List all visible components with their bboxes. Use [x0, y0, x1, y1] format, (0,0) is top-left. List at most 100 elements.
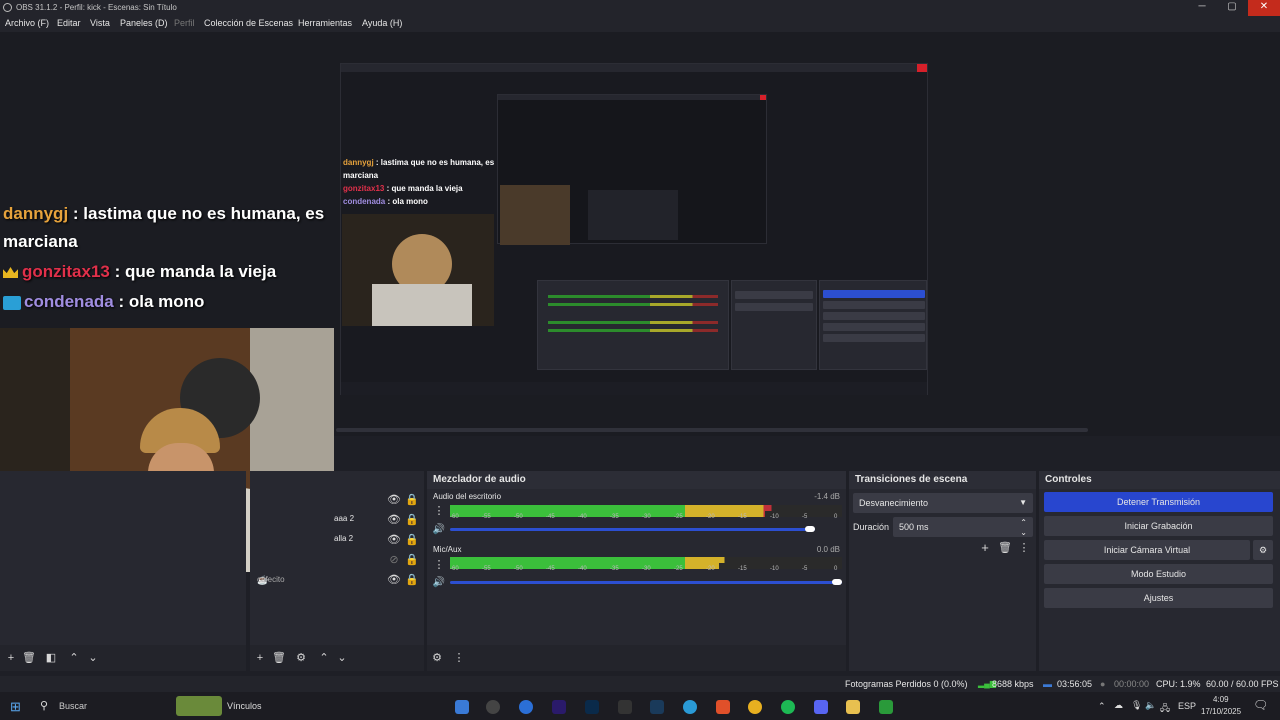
- studio-mode-button[interactable]: Modo Estudio: [1044, 564, 1273, 584]
- trash-icon[interactable]: 🗑: [272, 651, 286, 665]
- filter-icon[interactable]: ◧: [44, 651, 58, 665]
- menu-herramientas[interactable]: Herramientas: [298, 18, 352, 28]
- windows-start-icon[interactable]: ⊞: [10, 699, 21, 715]
- eye-icon[interactable]: 👁: [387, 513, 401, 527]
- menu-archivo[interactable]: Archivo (F): [5, 18, 49, 28]
- scale-tick: -30: [642, 566, 651, 572]
- app-icon[interactable]: [519, 700, 533, 714]
- minimize-button[interactable]: ─: [1187, 0, 1217, 16]
- nested-chat-user: condenada: [343, 197, 386, 206]
- source-label[interactable]: alla 2: [334, 534, 353, 543]
- eye-icon[interactable]: 👁: [387, 533, 401, 547]
- edge-icon[interactable]: [683, 700, 697, 714]
- add-icon[interactable]: +: [253, 651, 267, 665]
- mic-icon[interactable]: 🎙: [1131, 700, 1142, 711]
- chevron-up-icon[interactable]: ⌃: [1098, 701, 1106, 712]
- nested-btn: [823, 323, 925, 331]
- scale-tick: -40: [578, 514, 587, 520]
- volume-icon[interactable]: 🔊: [432, 576, 446, 590]
- taskbar-date[interactable]: 17/10/2025: [1201, 707, 1241, 716]
- nested-combo: [735, 303, 813, 311]
- scale-tick: -15: [738, 566, 747, 572]
- source-label[interactable]: aaa 2: [334, 514, 354, 523]
- source-label[interactable]: cafecito: [257, 575, 285, 584]
- discord-icon[interactable]: [814, 700, 828, 714]
- scale-tick: -50: [514, 514, 523, 520]
- duration-input[interactable]: 500 ms ⌃ ⌄: [893, 517, 1033, 537]
- lock-icon[interactable]: 🔒: [405, 553, 419, 567]
- lock-icon[interactable]: 🔒: [405, 513, 419, 527]
- taskbar-lang[interactable]: ESP: [1178, 701, 1196, 711]
- move-up-icon[interactable]: ⌃: [67, 651, 81, 665]
- menu-vista[interactable]: Vista: [90, 18, 110, 28]
- preview-scrollbar[interactable]: [336, 428, 1088, 432]
- settings-button[interactable]: Ajustes: [1044, 588, 1273, 608]
- add-icon[interactable]: +: [978, 541, 992, 555]
- nested-menu: [341, 72, 927, 80]
- volume-slider-knob[interactable]: [832, 579, 842, 585]
- spin-down-icon[interactable]: ⌄: [1020, 523, 1027, 543]
- menu-editar[interactable]: Editar: [57, 18, 81, 28]
- xbox-icon[interactable]: [879, 700, 893, 714]
- network-icon[interactable]: 🖧: [1160, 701, 1170, 717]
- virtual-camera-settings-button[interactable]: ⚙: [1253, 540, 1273, 560]
- menu-coleccion[interactable]: Colección de Escenas: [204, 18, 293, 28]
- more-vert-icon[interactable]: ⋮: [1017, 541, 1031, 555]
- gear-icon[interactable]: ⚙: [294, 651, 308, 665]
- premiere-icon[interactable]: [552, 700, 566, 714]
- chrome-icon[interactable]: [748, 700, 762, 714]
- move-down-icon[interactable]: ⌄: [86, 651, 100, 665]
- nested-meter: [548, 321, 718, 324]
- menu-perfil[interactable]: Perfil: [174, 18, 195, 28]
- epic-games-icon[interactable]: [618, 700, 632, 714]
- taskbar-time[interactable]: 4:09: [1213, 695, 1229, 704]
- speaker-icon[interactable]: 🔈: [1145, 700, 1156, 711]
- add-icon[interactable]: +: [4, 651, 18, 665]
- start-recording-button[interactable]: Iniciar Grabación: [1044, 516, 1273, 536]
- channel-name: Audio del escritorio: [433, 492, 502, 501]
- tray-icon[interactable]: ☁: [1114, 700, 1123, 711]
- photoshop-icon[interactable]: [585, 700, 599, 714]
- start-virtual-camera-button[interactable]: Iniciar Cámara Virtual: [1044, 540, 1250, 560]
- close-button[interactable]: ✕: [1248, 0, 1280, 16]
- volume-slider-knob[interactable]: [804, 526, 815, 532]
- move-down-icon[interactable]: ⌄: [335, 651, 349, 665]
- steam-icon[interactable]: [650, 700, 664, 714]
- more-vert-icon[interactable]: ⋮: [452, 651, 466, 665]
- transition-select[interactable]: Desvanecimiento ▼: [853, 493, 1033, 513]
- more-vert-icon[interactable]: ⋮: [432, 558, 446, 572]
- taskbar-widget-label[interactable]: Vínculos: [227, 701, 262, 711]
- stop-stream-button[interactable]: Detener Transmisión: [1044, 492, 1273, 512]
- lock-icon[interactable]: 🔒: [405, 533, 419, 547]
- notification-icon[interactable]: 🗨: [1253, 698, 1268, 712]
- obs-app-icon[interactable]: [486, 700, 500, 714]
- widget-icon[interactable]: [176, 696, 222, 716]
- channel-db: -1.4 dB: [814, 492, 840, 501]
- search-icon[interactable]: ⚲: [40, 699, 48, 712]
- trash-icon[interactable]: 🗑: [998, 541, 1012, 555]
- spotify-icon[interactable]: [781, 700, 795, 714]
- scenes-panel: + 🗑 ◧ ⌃ ⌄: [0, 471, 246, 671]
- more-vert-icon[interactable]: ⋮: [432, 504, 446, 518]
- volume-slider[interactable]: [450, 581, 842, 584]
- volume-slider[interactable]: [450, 528, 815, 531]
- explorer-icon[interactable]: [846, 700, 860, 714]
- brave-icon[interactable]: [716, 700, 730, 714]
- menu-ayuda[interactable]: Ayuda (H): [362, 18, 402, 28]
- eye-icon[interactable]: 👁: [387, 493, 401, 507]
- app-icon[interactable]: [455, 700, 469, 714]
- menu-paneles[interactable]: Paneles (D): [120, 18, 168, 28]
- eye-icon[interactable]: 👁: [387, 573, 401, 587]
- move-up-icon[interactable]: ⌃: [317, 651, 331, 665]
- controls-panel: Controles Detener Transmisión Iniciar Gr…: [1039, 471, 1280, 671]
- trash-icon[interactable]: 🗑: [22, 651, 36, 665]
- lock-icon[interactable]: 🔒: [405, 493, 419, 507]
- advanced-audio-icon[interactable]: ⚙: [430, 651, 444, 665]
- menu-bar: Archivo (F) Editar Vista Paneles (D) Per…: [0, 16, 1280, 32]
- volume-icon[interactable]: 🔊: [432, 523, 446, 537]
- taskbar-search[interactable]: Buscar: [59, 701, 87, 711]
- eye-hidden-icon[interactable]: ⊘: [387, 553, 401, 567]
- nested-close-icon: [917, 64, 927, 72]
- maximize-button[interactable]: ▢: [1217, 0, 1247, 16]
- lock-icon[interactable]: 🔒: [405, 573, 419, 587]
